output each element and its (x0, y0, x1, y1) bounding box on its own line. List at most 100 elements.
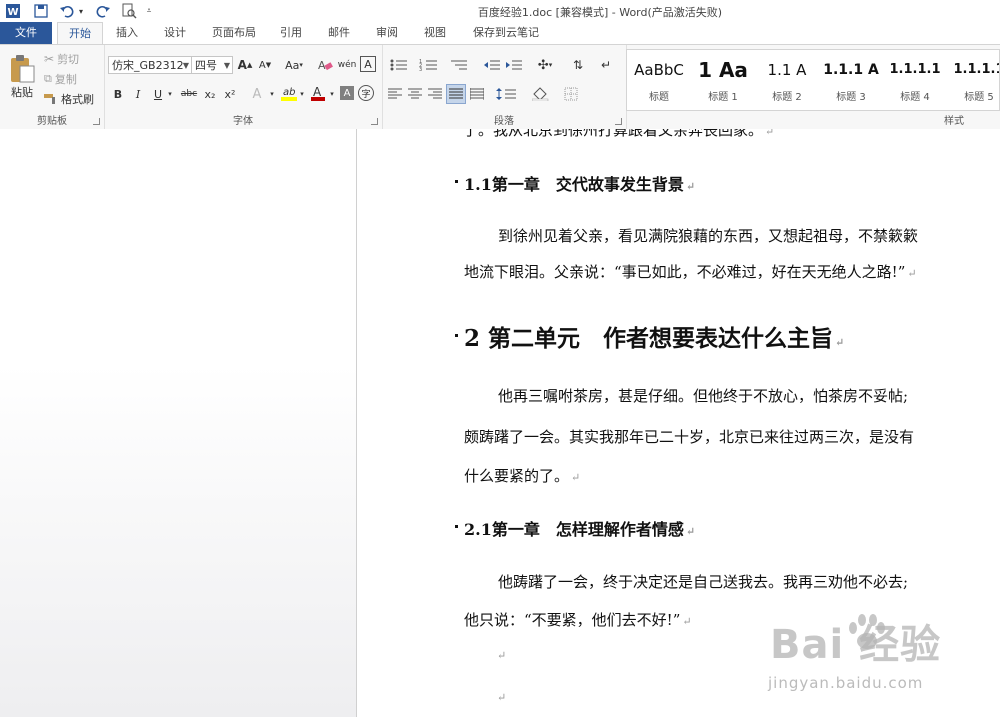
distributed-icon[interactable] (468, 85, 486, 103)
chevron-down-icon[interactable]: ▾ (328, 85, 336, 103)
paste-button[interactable]: 粘贴 (4, 49, 40, 105)
tab-design[interactable]: 设计 (156, 22, 194, 44)
style-heading-5[interactable]: 1.1.1.1 标题 5 (947, 50, 1000, 108)
svg-text:ab: ab (283, 87, 295, 98)
undo-dropdown-icon[interactable]: ▾ (76, 2, 86, 20)
align-center-icon[interactable] (406, 85, 424, 103)
tab-mailings[interactable]: 邮件 (320, 22, 358, 44)
title-bar: W ▾ ⩡ 百度经验1.doc [兼容模式] - Word(产品激活失败) (0, 0, 1000, 22)
tab-save-to-cloud-notes[interactable]: 保存到云笔记 (466, 22, 546, 44)
tab-view[interactable]: 视图 (416, 22, 454, 44)
body-text-line: 颇踌躇了一会。其实我那年已二十岁，北京已来往过两三次，是没有 (464, 428, 915, 446)
style-heading-3[interactable]: 1.1.1 A 标题 3 (819, 50, 883, 108)
shrink-font-button[interactable]: A ▼ (256, 56, 274, 74)
justify-icon[interactable] (446, 84, 466, 104)
chevron-down-icon: ▼ (182, 61, 189, 70)
scissors-icon: ✂ (44, 52, 55, 66)
style-heading-4[interactable]: 1.1.1.1 标题 4 (883, 50, 947, 108)
superscript-button[interactable]: x² (222, 85, 238, 103)
redo-icon[interactable] (94, 2, 112, 20)
line-spacing-icon[interactable] (494, 85, 520, 103)
font-launcher-icon[interactable] (371, 118, 378, 125)
sort-icon[interactable]: ⇅ (568, 56, 588, 74)
document-page[interactable]: 了。我从北京到徐州打算跟着父亲奔丧回家。 ↵ 1.1第一章 交代故事发生背景 ↵ 到… (357, 129, 1000, 717)
font-color-icon[interactable]: A (308, 83, 328, 103)
subscript-button[interactable]: x₂ (202, 85, 218, 103)
highlight-color-icon[interactable]: ab (278, 83, 300, 103)
tab-references[interactable]: 引用 (272, 22, 310, 44)
show-formatting-marks-icon[interactable]: ↵ (596, 56, 616, 74)
word-logo-icon: W (4, 2, 22, 20)
numbering-icon[interactable]: 123 (416, 56, 442, 74)
svg-text:3: 3 (419, 67, 422, 72)
body-text-line: 他踌躇了一会，终于决定还是自己送我去。我再三劝他不必去; (498, 573, 909, 591)
text-effects-icon[interactable]: A (248, 85, 266, 103)
borders-icon[interactable] (562, 85, 588, 103)
align-left-icon[interactable] (386, 85, 404, 103)
enclosed-character-icon[interactable]: 字 (358, 85, 374, 101)
print-preview-icon[interactable] (120, 2, 138, 20)
strikethrough-button[interactable]: abc (178, 85, 200, 103)
character-shading-icon[interactable]: A (340, 86, 354, 100)
grow-font-button[interactable]: A ▲ (236, 56, 254, 74)
shading-icon[interactable] (530, 85, 556, 103)
character-border-icon[interactable]: A (360, 56, 376, 72)
tab-insert[interactable]: 插入 (108, 22, 146, 44)
chevron-down-icon[interactable]: ▾ (166, 85, 174, 103)
increase-indent-icon[interactable] (504, 56, 524, 74)
style-heading-2[interactable]: 1.1 A 标题 2 (755, 50, 819, 108)
font-size-combo[interactable]: 四号 ▼ (191, 56, 233, 74)
tab-review[interactable]: 审阅 (368, 22, 406, 44)
body-text-line: 什么要紧的了。 ↵ (464, 467, 581, 485)
paragraph-mark: ↵ (497, 691, 507, 704)
customize-toolbar-icon[interactable]: ⩡ (144, 2, 154, 20)
heading-bullet (455, 334, 458, 337)
style-title[interactable]: AaBbC 标题 (627, 50, 691, 108)
heading-1-1: 1.1第一章 交代故事发生背景 ↵ (464, 175, 696, 194)
bullets-icon[interactable] (386, 56, 412, 74)
paragraph-group-label: 段落 (494, 116, 514, 127)
italic-button[interactable]: I (130, 85, 146, 103)
underline-button[interactable]: U (150, 85, 166, 103)
styles-group-label: 样式 (944, 116, 964, 127)
cut-button[interactable]: ✂ 剪切 (44, 51, 79, 67)
tab-file[interactable]: 文件 (0, 22, 52, 44)
style-heading-1[interactable]: 1 Aa 标题 1 (691, 50, 755, 108)
format-painter-button[interactable]: 格式刷 (44, 91, 94, 107)
phonetic-guide-icon[interactable]: wén (338, 56, 357, 74)
heading-bullet (455, 525, 458, 528)
decrease-indent-icon[interactable] (482, 56, 502, 74)
clipboard-launcher-icon[interactable] (93, 118, 100, 125)
clear-formatting-icon[interactable]: A (316, 56, 334, 74)
change-case-button[interactable]: Aa ▾ (280, 56, 308, 74)
paragraph-launcher-icon[interactable] (615, 118, 622, 125)
multilevel-list-icon[interactable] (446, 56, 472, 74)
svg-text:A: A (313, 85, 322, 99)
paste-icon (11, 55, 35, 83)
body-text-line: 地流下眼泪。父亲说：“事已如此，不必难过，好在天无绝人之路!” ↵ (464, 263, 917, 281)
svg-text:A: A (318, 59, 326, 72)
paragraph-mark: ↵ (497, 649, 507, 662)
chevron-down-icon[interactable]: ▾ (268, 85, 276, 103)
undo-icon[interactable] (58, 2, 76, 20)
heading-bullet (455, 180, 458, 183)
bold-button[interactable]: B (110, 85, 126, 103)
copy-icon: ⧉ (44, 72, 52, 85)
copy-button[interactable]: ⧉ 复制 (44, 71, 77, 87)
chevron-down-icon[interactable]: ▾ (298, 85, 306, 103)
chevron-down-icon: ▾ (299, 61, 303, 69)
body-text-line: 到徐州见着父亲，看见满院狼藉的东西，又想起祖母，不禁簌簌 (498, 227, 919, 245)
body-text-line: 他只说：“不要紧，他们去不好!” ↵ (464, 611, 692, 629)
paragraph-group: 123 ✣ ▾ ⇅ ↵ 段落 (382, 45, 627, 129)
font-group-label: 字体 (233, 116, 253, 127)
asian-layout-icon[interactable]: ✣ ▾ (532, 56, 558, 74)
align-right-icon[interactable] (426, 85, 444, 103)
tab-home[interactable]: 开始 (57, 22, 103, 45)
font-name-combo[interactable]: 仿宋_GB2312 ▼ (108, 56, 192, 74)
paintbrush-icon (44, 94, 55, 104)
tab-page-layout[interactable]: 页面布局 (206, 22, 262, 44)
paste-label: 粘贴 (11, 86, 33, 99)
save-icon[interactable] (32, 2, 50, 20)
navigation-pane (0, 129, 357, 717)
body-text-line: 他再三嘱咐茶房，甚是仔细。但他终于不放心，怕茶房不妥帖; (498, 387, 909, 405)
